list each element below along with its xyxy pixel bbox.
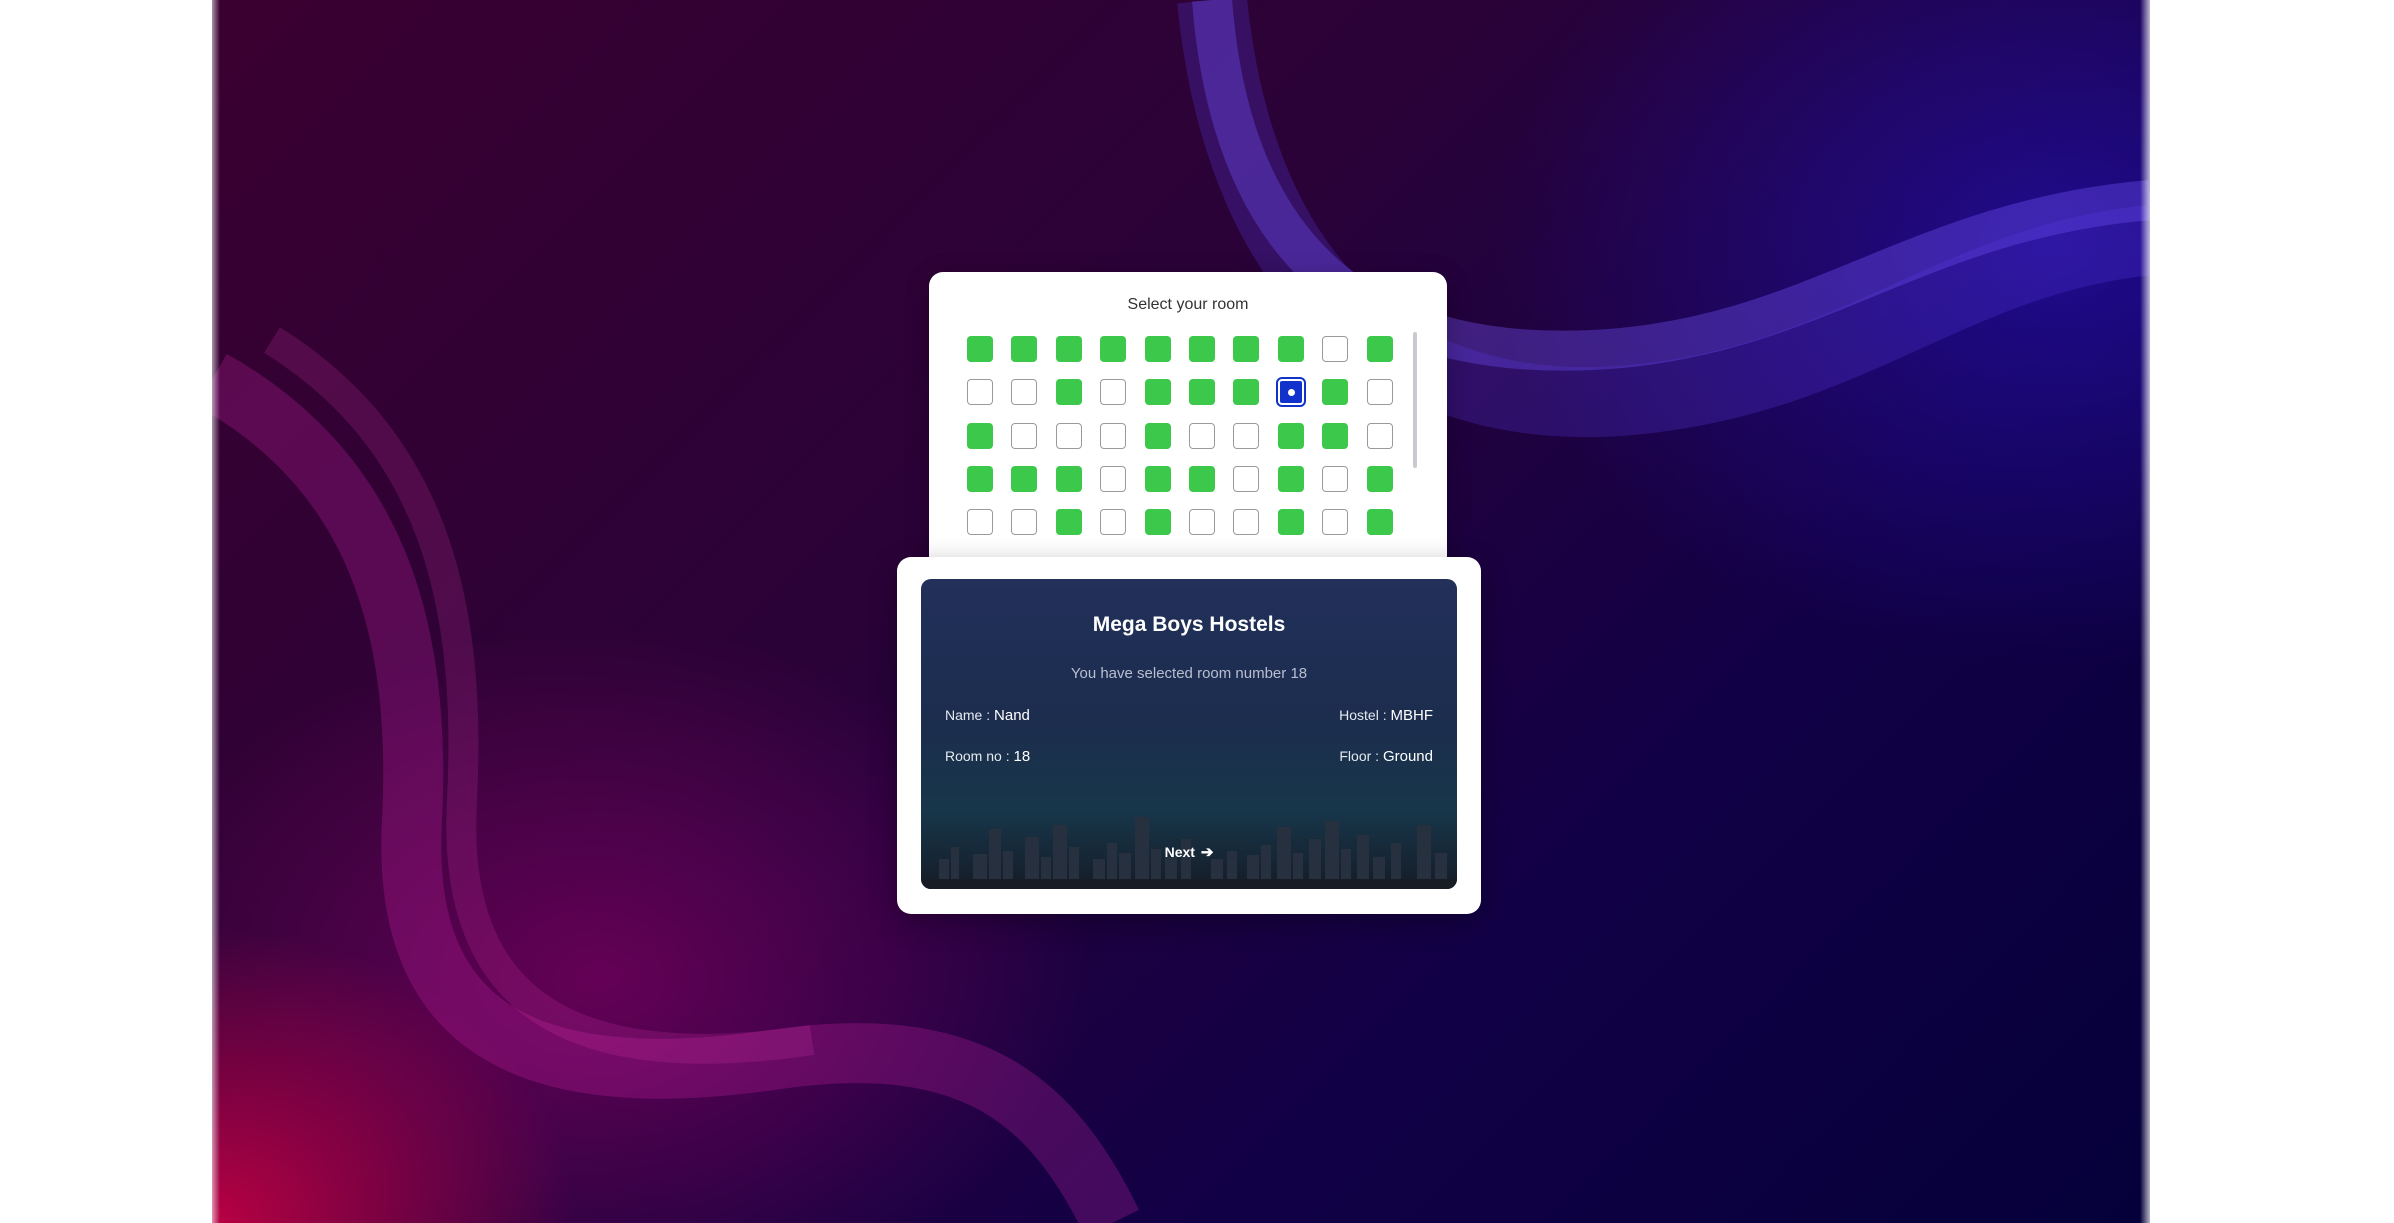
room-seat-booked[interactable] [1322,336,1349,362]
room-number-label: Room no : [945,748,1010,764]
floor-field: Floor : Ground [1339,748,1433,765]
booking-details-card: Mega Boys Hostels You have selected room… [897,557,1481,914]
room-seat-available[interactable] [1188,379,1215,406]
right-edge-fade [2140,0,2154,1223]
room-seat-available[interactable] [1277,465,1304,492]
floor-label: Floor : [1339,748,1380,764]
name-label: Name : [945,707,991,723]
room-number-value: 18 [1013,748,1031,765]
room-seat-available[interactable] [1322,379,1349,406]
room-seat-available[interactable] [967,465,993,492]
room-seat-available[interactable] [967,336,993,362]
room-seat-booked[interactable] [1233,422,1260,449]
hostel-title: Mega Boys Hostels [1092,613,1286,636]
room-seat-available[interactable] [1011,336,1038,362]
room-seat-available[interactable] [1055,465,1082,492]
room-seat-booked[interactable] [1322,465,1349,492]
room-seat-booked[interactable] [1055,422,1082,449]
room-seat-booked[interactable] [967,509,993,536]
hostel-value: MBHF [1390,707,1434,724]
arrow-right-icon: ➔ [1200,844,1214,861]
room-selection-card: Select your room [929,272,1447,572]
room-seat-booked[interactable] [1100,509,1127,536]
name-field: Name : Nand [945,707,1030,724]
room-seat-available[interactable] [1144,379,1171,406]
room-seat-available[interactable] [1144,509,1171,536]
room-number-field: Room no : 18 [945,748,1030,765]
room-seat-booked[interactable] [1366,379,1393,406]
room-seat-available[interactable] [1144,336,1171,362]
room-seat-booked[interactable] [1366,422,1393,449]
floor-value: Ground [1382,748,1433,765]
name-value: Nand [994,707,1030,724]
room-seat-available[interactable] [1055,509,1082,536]
room-seat-available[interactable] [1144,465,1171,492]
selected-room-message: You have selected room number 18 [1070,665,1308,682]
room-seat-available[interactable] [1233,336,1260,362]
room-grid [967,336,1393,536]
room-seat-available[interactable] [1100,336,1127,362]
room-seat-available[interactable] [1366,465,1393,492]
room-seat-booked[interactable] [1011,422,1038,449]
room-seat-available[interactable] [1277,336,1304,362]
room-seat-booked[interactable] [1233,465,1260,492]
room-grid-scrollbar[interactable] [1413,332,1417,468]
room-seat-available[interactable] [1055,379,1082,406]
room-seat-available[interactable] [1188,465,1215,492]
room-seat-available[interactable] [1188,336,1215,362]
room-seat-booked[interactable] [1188,509,1215,536]
room-seat-booked[interactable] [1233,509,1260,536]
room-seat-available[interactable] [967,422,993,449]
room-seat-selected[interactable] [1275,377,1306,408]
room-seat-available[interactable] [1277,422,1304,449]
room-seat-available[interactable] [1366,509,1393,536]
room-seat-booked[interactable] [1322,509,1349,536]
room-seat-available[interactable] [1144,422,1171,449]
room-selection-title: Select your room [1127,296,1249,313]
room-seat-available[interactable] [1322,422,1349,449]
room-seat-booked[interactable] [967,379,993,406]
room-seat-available[interactable] [1055,336,1082,362]
room-seat-available[interactable] [1011,465,1038,492]
next-button-label: Next [1164,844,1195,860]
room-seat-booked[interactable] [1011,379,1038,406]
next-button[interactable]: Next ➔ [921,843,1457,861]
room-seat-booked[interactable] [1188,422,1215,449]
room-seat-booked[interactable] [1100,379,1127,406]
hostel-label: Hostel : [1339,707,1387,723]
room-seat-available[interactable] [1277,509,1304,536]
room-seat-available[interactable] [1233,379,1260,406]
room-seat-booked[interactable] [1100,422,1127,449]
room-seat-booked[interactable] [1011,509,1038,536]
room-seat-available[interactable] [1366,336,1393,362]
hostel-field: Hostel : MBHF [1339,707,1433,724]
left-edge-fade [206,0,220,1223]
room-seat-booked[interactable] [1100,465,1127,492]
booking-ticket: Mega Boys Hostels You have selected room… [921,579,1457,889]
